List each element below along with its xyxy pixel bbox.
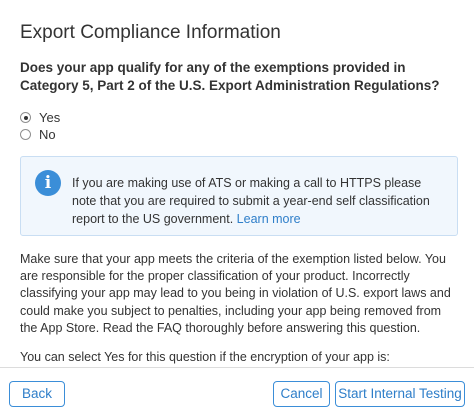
- dialog-title: Export Compliance Information: [20, 22, 281, 43]
- dialog-footer: Back Cancel Start Internal Testing: [0, 367, 474, 417]
- info-message: If you are making use of ATS or making a…: [72, 174, 432, 228]
- exemption-question: Does your app qualify for any of the exe…: [20, 60, 440, 93]
- info-icon: i: [35, 170, 61, 196]
- cancel-button[interactable]: Cancel: [273, 381, 330, 407]
- option-no[interactable]: No: [20, 127, 56, 142]
- option-yes[interactable]: Yes: [20, 110, 60, 125]
- start-internal-testing-button[interactable]: Start Internal Testing: [335, 381, 465, 407]
- learn-more-link[interactable]: Learn more: [237, 212, 301, 226]
- radio-no[interactable]: [20, 129, 31, 140]
- export-compliance-dialog: Export Compliance Information Does your …: [0, 0, 474, 417]
- radio-yes[interactable]: [20, 112, 31, 123]
- option-no-label: No: [39, 127, 56, 142]
- ats-info-box: i If you are making use of ATS or making…: [20, 156, 458, 236]
- responsibility-paragraph: Make sure that your app meets the criter…: [20, 252, 451, 335]
- option-yes-label: Yes: [39, 110, 61, 125]
- back-button[interactable]: Back: [9, 381, 65, 407]
- criteria-intro: You can select Yes for this question if …: [20, 350, 390, 364]
